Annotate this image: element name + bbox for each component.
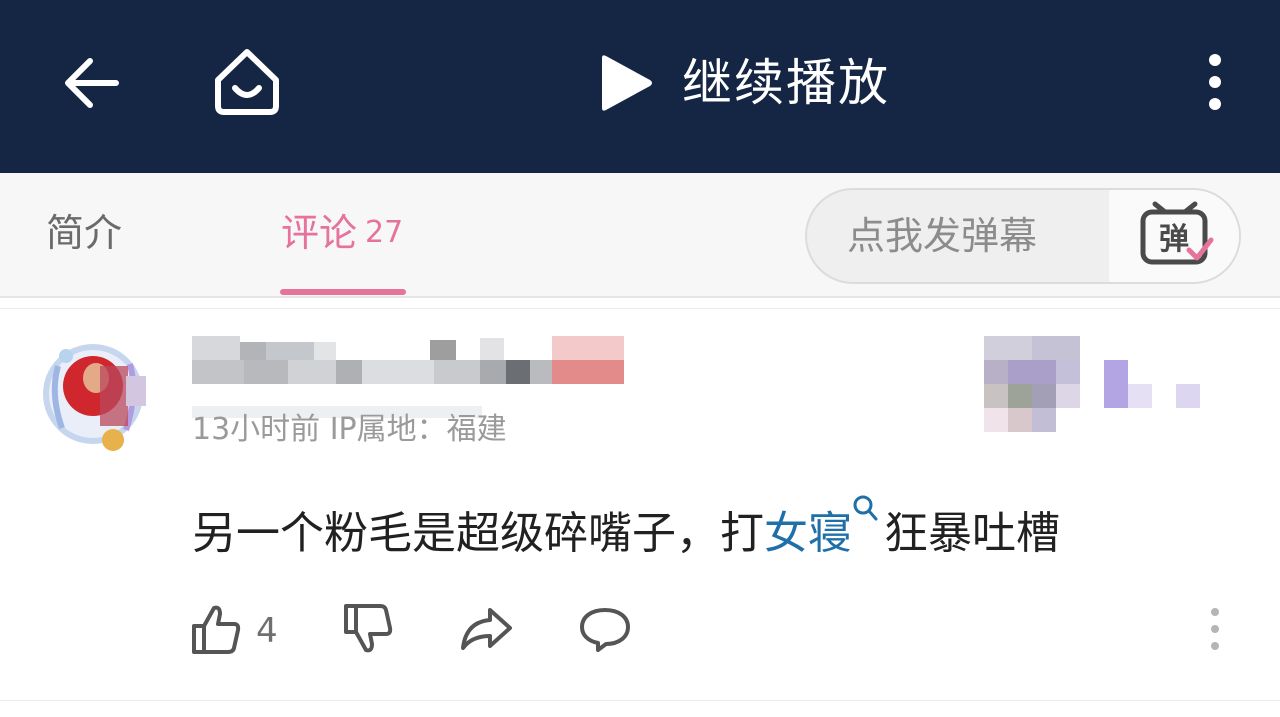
avatar[interactable]: [38, 336, 148, 454]
dislike-button[interactable]: [342, 602, 394, 660]
thumbs-down-icon: [344, 604, 393, 653]
home-button[interactable]: [210, 44, 284, 118]
back-button[interactable]: [58, 50, 124, 116]
resume-playback-label: 继续播放: [682, 54, 890, 112]
tab-row: 简介 评论 27 点我发弹幕 弹: [0, 173, 1280, 296]
danmaku-toggle-button[interactable]: 弹: [1109, 190, 1239, 282]
comment-bubble-icon: [580, 608, 630, 652]
danmaku-toggle-glyph: 弹: [1159, 222, 1189, 257]
more-vertical-icon: [1209, 54, 1221, 110]
share-button[interactable]: [458, 602, 516, 660]
active-tab-indicator: [280, 289, 406, 295]
search-icon: [853, 495, 878, 521]
comment-more-button[interactable]: [1204, 606, 1226, 652]
reply-button[interactable]: [578, 602, 632, 660]
share-arrow-icon: [461, 608, 512, 650]
comment-divider: [0, 700, 1280, 701]
comment-text: 另一个粉毛是超级碎嘴子，打女寝 狂暴吐槽: [192, 494, 1060, 564]
like-count: 4: [256, 611, 278, 651]
danmaku-bar: 点我发弹幕 弹: [805, 188, 1241, 284]
comment-meta: 13小时前 IP属地：福建: [192, 412, 507, 447]
back-arrow-icon: [65, 58, 119, 108]
comments-count: 27: [365, 215, 404, 250]
tab-comments[interactable]: 评论 27: [281, 209, 403, 257]
comment-text-before: 另一个粉毛是超级碎嘴子，打: [192, 508, 764, 559]
top-app-bar: 继续播放: [0, 0, 1280, 173]
resume-playback-button[interactable]: 继续播放: [592, 48, 890, 118]
tab-comments-label: 评论: [281, 211, 358, 255]
home-icon: [215, 49, 279, 115]
danmaku-tv-check-icon: 弹: [1140, 201, 1214, 265]
tab-divider: [0, 296, 1280, 298]
danmaku-input[interactable]: 点我发弹幕: [807, 190, 1109, 282]
search-keyword-link[interactable]: 女寝: [764, 508, 852, 559]
play-icon: [602, 55, 652, 111]
like-button[interactable]: [190, 602, 242, 660]
thumbs-up-icon: [192, 605, 241, 654]
tab-intro-label: 简介: [46, 211, 123, 255]
content-divider: [0, 308, 1280, 309]
comment-text-after: 狂暴吐槽: [884, 508, 1060, 559]
more-options-button[interactable]: [1196, 50, 1234, 116]
tab-intro[interactable]: 简介: [46, 209, 122, 257]
more-vertical-icon: [1211, 608, 1219, 650]
